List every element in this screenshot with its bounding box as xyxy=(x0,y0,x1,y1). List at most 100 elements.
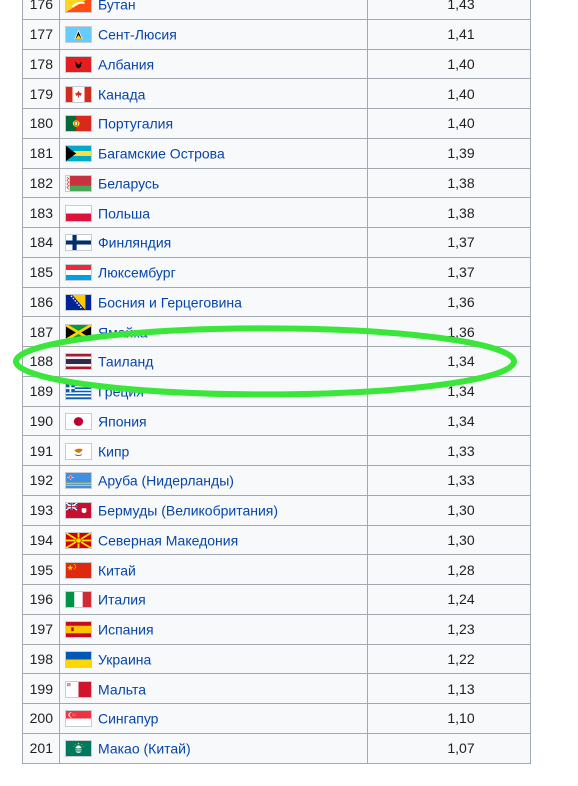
country-link[interactable]: Финляндия xyxy=(98,235,171,251)
country-cell: Мальта xyxy=(59,673,368,704)
bosnia-flag-icon[interactable] xyxy=(65,293,92,311)
fertility-value-cell: 1,22 xyxy=(367,643,531,675)
table-row: 197 Испания 1,23 xyxy=(22,613,531,645)
country-link[interactable]: Беларусь xyxy=(98,175,159,191)
fertility-value-cell: 1,40 xyxy=(367,78,531,109)
spain-flag-icon[interactable] xyxy=(65,621,92,639)
bahamas-flag-icon[interactable] xyxy=(65,145,92,163)
rank-cell: 186 xyxy=(22,286,60,318)
rank-cell: 194 xyxy=(22,524,60,556)
table-row: 177 Сент-Люсия 1,41 xyxy=(22,18,531,50)
country-link[interactable]: Португалия xyxy=(98,116,173,132)
country-cell: Италия xyxy=(59,584,368,615)
country-link[interactable]: Украина xyxy=(98,651,151,667)
aruba-flag-icon[interactable] xyxy=(65,472,92,490)
country-link[interactable]: Люксембург xyxy=(98,265,176,281)
bermuda-flag-icon[interactable] xyxy=(65,502,92,520)
country-link[interactable]: Албания xyxy=(98,56,154,72)
fertility-value-cell: 1,07 xyxy=(367,732,531,764)
country-link[interactable]: Бермуды (Великобритания) xyxy=(98,503,278,519)
rank-cell: 188 xyxy=(22,346,60,377)
country-link[interactable]: Греция xyxy=(98,384,144,400)
country-link[interactable]: Испания xyxy=(98,622,154,638)
table-row: 195 Китай 1,28 xyxy=(22,554,531,585)
china-flag-icon[interactable] xyxy=(65,561,92,579)
table-row: 200 Сингапур 1,10 xyxy=(22,703,531,734)
portugal-flag-icon[interactable] xyxy=(65,115,92,133)
country-cell: Китай xyxy=(59,554,368,585)
country-link[interactable]: Макао (Китай) xyxy=(98,741,191,757)
rank-cell: 193 xyxy=(22,494,60,526)
luxembourg-flag-icon[interactable] xyxy=(65,264,92,282)
table-row: 194 Северная Македония 1,30 xyxy=(22,524,531,556)
north-macedonia-flag-icon[interactable] xyxy=(65,531,92,549)
country-link[interactable]: Сент-Люсия xyxy=(98,27,177,43)
rank-cell: 176 xyxy=(22,0,60,20)
cyprus-flag-icon[interactable] xyxy=(65,442,92,460)
country-link[interactable]: Япония xyxy=(98,413,147,429)
malta-flag-icon[interactable] xyxy=(65,680,92,698)
fertility-value-cell: 1,34 xyxy=(367,375,531,407)
country-link[interactable]: Сингапур xyxy=(98,711,158,727)
belarus-flag-icon[interactable] xyxy=(65,174,92,192)
country-link[interactable]: Северная Македония xyxy=(98,532,238,548)
finland-flag-icon[interactable] xyxy=(65,234,92,252)
country-link[interactable]: Канада xyxy=(98,86,145,102)
country-cell: Босния и Герцеговина xyxy=(59,286,368,318)
saint-lucia-flag-icon[interactable] xyxy=(65,26,92,44)
rank-cell: 200 xyxy=(22,703,60,734)
fertility-value-cell: 1,37 xyxy=(367,256,531,288)
country-link[interactable]: Аруба (Нидерланды) xyxy=(98,473,234,489)
japan-flag-icon[interactable] xyxy=(65,412,92,430)
country-cell: Украина xyxy=(59,643,368,675)
bhutan-flag-icon[interactable] xyxy=(65,0,92,14)
greece-flag-icon[interactable] xyxy=(65,383,92,401)
country-link[interactable]: Италия xyxy=(98,592,146,608)
country-cell: Польша xyxy=(59,197,368,228)
italy-flag-icon[interactable] xyxy=(65,591,92,609)
fertility-value-cell: 1,38 xyxy=(367,167,531,199)
country-link[interactable]: Польша xyxy=(98,205,150,221)
country-link[interactable]: Кипр xyxy=(98,443,129,459)
country-cell: Ямайка xyxy=(59,316,368,347)
fertility-value-cell: 1,36 xyxy=(367,316,531,347)
country-cell: Япония xyxy=(59,405,368,437)
jamaica-flag-icon[interactable] xyxy=(65,323,92,341)
singapore-flag-icon[interactable] xyxy=(65,710,92,728)
country-cell: Аруба (Нидерланды) xyxy=(59,465,368,496)
rank-cell: 180 xyxy=(22,108,60,139)
macau-flag-icon[interactable] xyxy=(65,740,92,758)
ukraine-flag-icon[interactable] xyxy=(65,650,92,668)
fertility-value-cell: 1,13 xyxy=(367,673,531,704)
fertility-value-cell: 1,34 xyxy=(367,346,531,377)
rank-cell: 179 xyxy=(22,78,60,109)
table-row: 189 Греция 1,34 xyxy=(22,375,531,407)
table-row: 184 Финляндия 1,37 xyxy=(22,227,531,258)
fertility-value-cell: 1,40 xyxy=(367,48,531,80)
table-row: 196 Италия 1,24 xyxy=(22,584,531,615)
country-link[interactable]: Таиланд xyxy=(98,354,153,370)
country-link[interactable]: Ямайка xyxy=(98,324,148,340)
country-link[interactable]: Мальта xyxy=(98,681,146,697)
country-link[interactable]: Китай xyxy=(98,562,136,578)
country-cell: Люксембург xyxy=(59,256,368,288)
table-row: 199 Мальта 1,13 xyxy=(22,673,531,704)
country-link[interactable]: Багамские Острова xyxy=(98,146,225,162)
canada-flag-icon[interactable] xyxy=(65,85,92,103)
rank-cell: 189 xyxy=(22,375,60,407)
table-row: 193 Бермуды (Великобритания) 1,30 xyxy=(22,494,531,526)
poland-flag-icon[interactable] xyxy=(65,204,92,222)
country-link[interactable]: Босния и Герцеговина xyxy=(98,294,242,310)
thailand-flag-icon[interactable] xyxy=(65,353,92,371)
fertility-value-cell: 1,33 xyxy=(367,465,531,496)
table-row: 186 Босния и Герцеговина 1,36 xyxy=(22,286,531,318)
fertility-rate-table: 176 Бутан 1,43 177 Сент-Люсия 1,41 178 Албания 1… xyxy=(22,0,531,764)
table-row: 183 Польша 1,38 xyxy=(22,197,531,228)
country-link[interactable]: Бутан xyxy=(98,0,136,13)
rank-cell: 178 xyxy=(22,48,60,80)
table-row: 185 Люксембург 1,37 xyxy=(22,256,531,288)
country-cell: Кипр xyxy=(59,435,368,466)
fertility-value-cell: 1,30 xyxy=(367,494,531,526)
albania-flag-icon[interactable] xyxy=(65,55,92,73)
country-cell: Северная Македония xyxy=(59,524,368,556)
